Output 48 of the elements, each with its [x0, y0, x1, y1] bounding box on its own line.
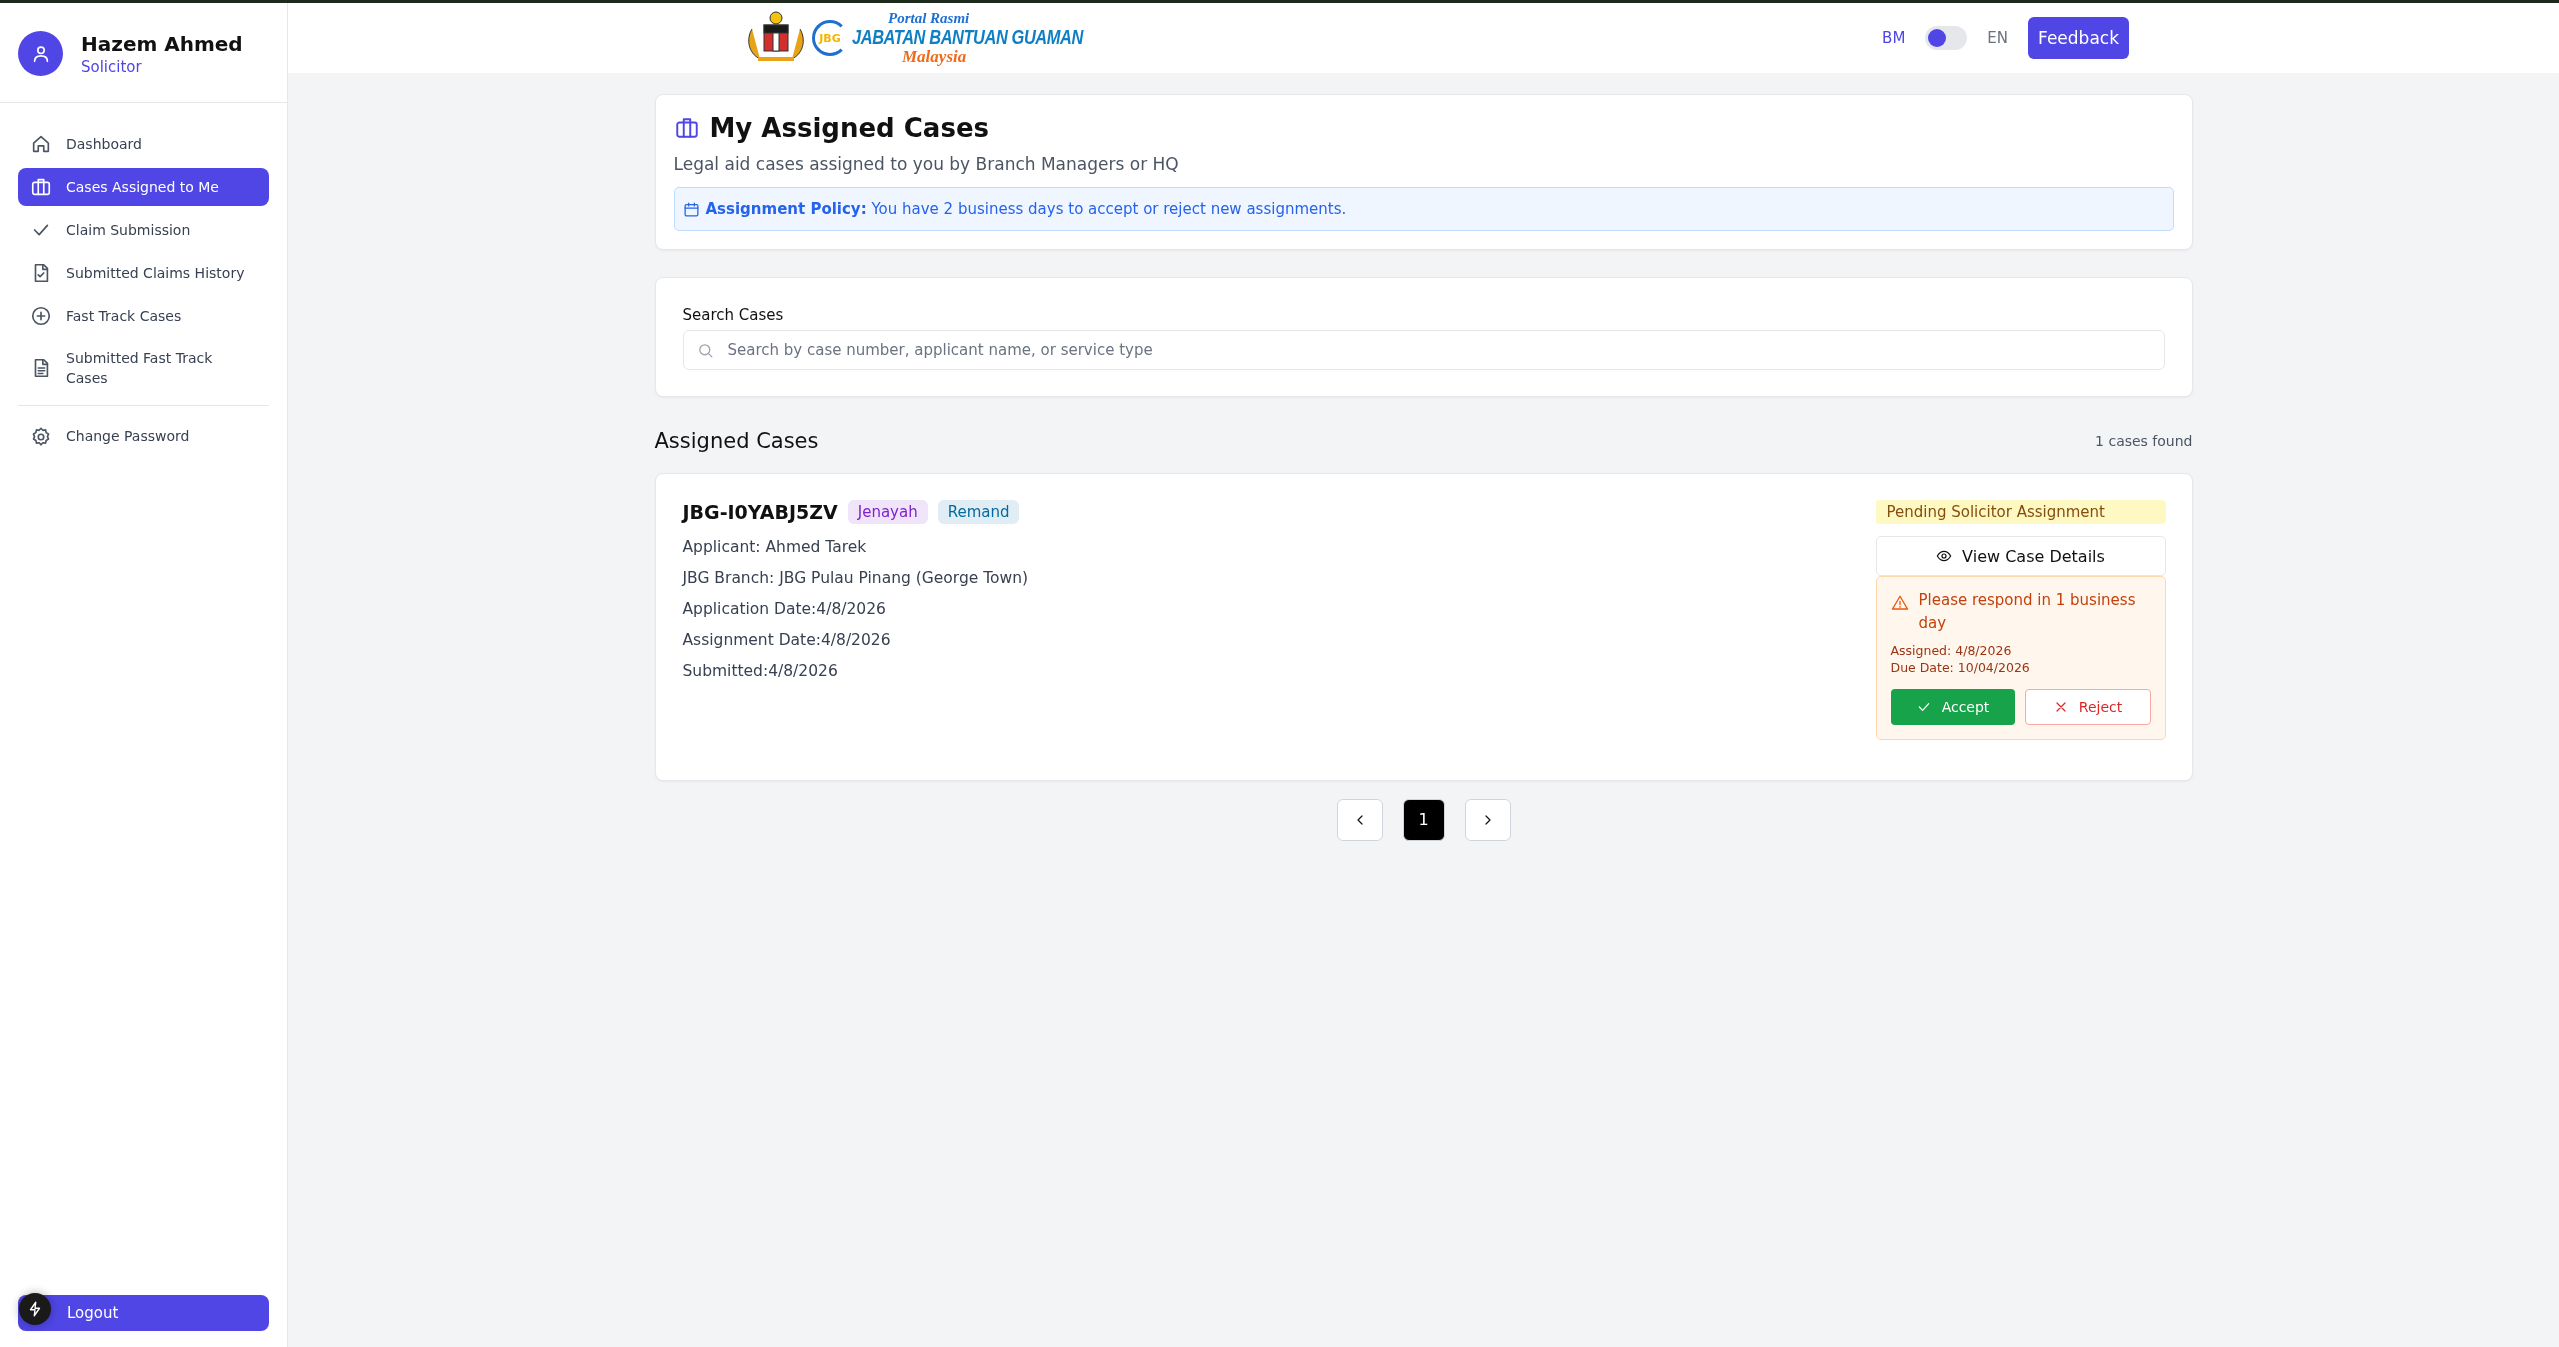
- case-tag: Jenayah: [847, 500, 928, 524]
- case-detail: Application Date:4/8/2026: [682, 600, 887, 619]
- sidebar-item[interactable]: Cases Assigned to Me: [18, 168, 269, 206]
- result-count: 1 cases found: [2095, 433, 2193, 449]
- section-heading: Assigned Cases: [654, 429, 819, 453]
- sidebar-item[interactable]: Claim Submission: [18, 211, 269, 249]
- case-detail: JBG Branch: JBG Pulau Pinang (George Town): [682, 569, 1029, 588]
- logo-title: JABATAN BANTUAN GUAMAN: [852, 27, 1083, 47]
- sidebar-item[interactable]: Fast Track Cases: [18, 297, 269, 335]
- settings-icon: [30, 425, 52, 448]
- due-date: Due Date: 10/04/2026: [1890, 659, 2031, 677]
- feedback-button[interactable]: Feedback: [2028, 17, 2129, 59]
- search-label: Search Cases: [682, 306, 785, 324]
- home-icon: [30, 133, 52, 155]
- status-badge: Pending Solicitor Assignment: [1875, 500, 2166, 524]
- warning-icon: [1890, 594, 1909, 612]
- page-subtitle: Legal aid cases assigned to you by Branch Managers or HQ: [673, 154, 1180, 174]
- case-detail: Applicant: Ahmed Tarek: [682, 538, 868, 557]
- logout-button[interactable]: Logout: [18, 1295, 269, 1331]
- case-detail: Submitted:4/8/2026: [682, 662, 839, 681]
- page-button[interactable]: 1: [1402, 798, 1445, 841]
- page-title: My Assigned Cases: [709, 113, 989, 143]
- user-name: Hazem Ahmed: [81, 31, 243, 56]
- briefcase-icon: [673, 115, 700, 141]
- reject-button[interactable]: Reject: [2024, 688, 2151, 725]
- policy-text: Assignment Policy: You have 2 business days to accept or reject new assignments.: [705, 200, 1347, 218]
- logo-text: Malaysia: [902, 48, 968, 65]
- language-option[interactable]: EN: [1987, 29, 2009, 47]
- case-tag: Remand: [937, 500, 1020, 524]
- calendar-icon: [682, 200, 700, 218]
- avatar-icon: [18, 31, 63, 76]
- sidebar-item[interactable]: Change Password: [18, 417, 269, 456]
- eye-icon: [1936, 548, 1953, 564]
- briefcase-icon: [30, 176, 52, 198]
- sidebar-item[interactable]: Dashboard: [18, 125, 269, 163]
- sidebar-item[interactable]: Submitted Fast Track Cases: [18, 340, 269, 397]
- plus-circle-icon: [30, 305, 52, 327]
- logo-text: Portal Rasmi: [888, 11, 971, 26]
- user-role: Solicitor: [81, 57, 143, 76]
- language-option[interactable]: BM: [1882, 29, 1906, 47]
- search-field[interactable]: Search by case number, applicant name, or service type: [682, 330, 2165, 370]
- language-toggle[interactable]: [1925, 26, 1968, 50]
- assigned-date: Assigned: 4/8/2026: [1890, 641, 2013, 659]
- case-detail: Assignment Date:4/8/2026: [682, 631, 892, 650]
- warning-text: Please respond in 1 business day: [1918, 590, 2137, 635]
- case-number: JBG-I0YABJ5ZV: [682, 501, 838, 523]
- sidebar-item[interactable]: Submitted Claims History: [18, 254, 269, 292]
- view-details-button[interactable]: View Case Details: [1875, 536, 2166, 576]
